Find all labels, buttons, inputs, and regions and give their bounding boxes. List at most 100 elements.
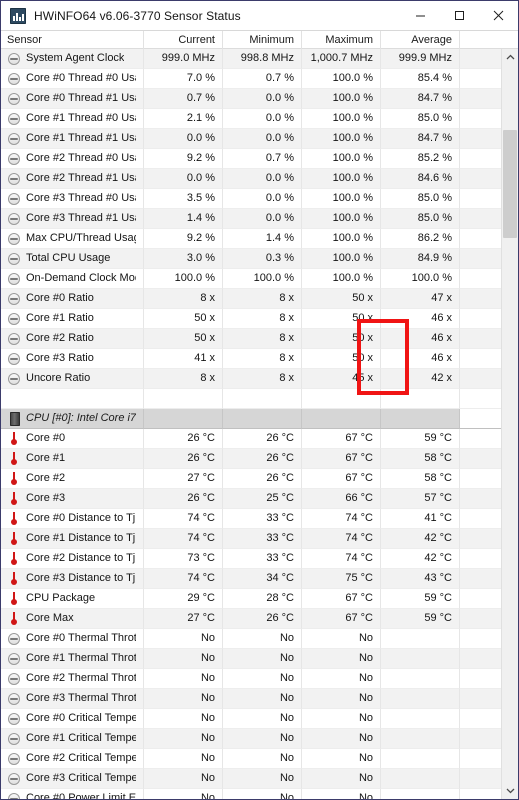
table-row[interactable]: Core #0 Thermal ThrottlingNoNoNo bbox=[1, 629, 501, 649]
row-minimum-cell: 0.0 % bbox=[223, 209, 302, 229]
row-current-cell bbox=[144, 409, 223, 429]
usage-icon bbox=[8, 132, 20, 145]
usage-icon bbox=[8, 352, 20, 365]
row-label-cell: Core #1 bbox=[1, 449, 144, 469]
table-row[interactable]: Core #2 Thermal ThrottlingNoNoNo bbox=[1, 669, 501, 689]
close-button[interactable] bbox=[479, 1, 518, 30]
table-row[interactable]: Core #1 Thermal ThrottlingNoNoNo bbox=[1, 649, 501, 669]
scrollbar-thumb[interactable] bbox=[503, 130, 517, 238]
row-pad-cell bbox=[460, 769, 501, 789]
row-minimum-cell: No bbox=[223, 669, 302, 689]
maximize-button[interactable] bbox=[440, 1, 479, 30]
table-row[interactable]: Core #1 Critical Temperat...NoNoNo bbox=[1, 729, 501, 749]
row-average-cell bbox=[381, 649, 460, 669]
title-bar: HWiNFO64 v6.06-3770 Sensor Status bbox=[1, 1, 518, 31]
row-maximum-cell: No bbox=[302, 789, 381, 799]
row-label-cell: Core #3 Distance to TjMAX bbox=[1, 569, 144, 589]
row-label-cell: Core #2 Critical Temperat... bbox=[1, 749, 144, 769]
table-row[interactable]: Core #0 26 °C 26 °C 67 °C 59 °C bbox=[1, 429, 501, 449]
row-minimum-cell: No bbox=[223, 729, 302, 749]
row-current-cell: 50 x bbox=[144, 309, 223, 329]
usage-icon bbox=[8, 632, 20, 645]
table-row[interactable]: Core #2 Ratio 50 x8 x 50 x 46 x bbox=[1, 329, 501, 349]
row-average-cell: 59 °C bbox=[381, 429, 460, 449]
row-label: Core #0 bbox=[26, 432, 66, 444]
column-header-average[interactable]: Average bbox=[381, 30, 460, 49]
table-row[interactable]: System Agent Clock 999.0 MHz 998.8 MHz 1,00… bbox=[1, 49, 501, 69]
usage-icon bbox=[8, 172, 20, 185]
row-pad-cell bbox=[460, 509, 501, 529]
row-label-cell: Core #1 Thread #1 Usage bbox=[1, 129, 144, 149]
column-header-sensor[interactable]: Sensor bbox=[1, 30, 144, 49]
row-current-cell: 26 °C bbox=[144, 489, 223, 509]
row-maximum-cell: 67 °C bbox=[302, 429, 381, 449]
table-row[interactable]: Core #2 Thread #0 Usage 9.2 %0.7 %100.0 %… bbox=[1, 149, 501, 169]
table-row[interactable]: Core #3 Thread #1 Usage 1.4 %0.0 %100.0 %… bbox=[1, 209, 501, 229]
vertical-scrollbar[interactable] bbox=[501, 49, 518, 799]
row-maximum-cell: 100.0 % bbox=[302, 169, 381, 189]
row-minimum-cell: 33 °C bbox=[223, 549, 302, 569]
table-row[interactable]: Core #1 26 °C 26 °C 67 °C 58 °C bbox=[1, 449, 501, 469]
table-row[interactable]: Core #3 Thread #0 Usage 3.5 %0.0 %100.0 %… bbox=[1, 189, 501, 209]
table-header[interactable]: Sensor Current Minimum Maximum Average bbox=[1, 30, 518, 49]
table-row[interactable]: Core #0 Thread #1 Usage 0.7 %0.0 %100.0 %… bbox=[1, 89, 501, 109]
table-row[interactable]: Core #0 Power Limit Excee...NoNoNo bbox=[1, 789, 501, 799]
table-row[interactable]: Max CPU/Thread Usage 9.2 % 1.4 % 100.0 % 86.… bbox=[1, 229, 501, 249]
row-minimum-cell: 998.8 MHz bbox=[223, 49, 302, 69]
table-row[interactable]: Core #1 Thread #0 Usage 2.1 %0.0 %100.0 %… bbox=[1, 109, 501, 129]
table-group-header-row[interactable]: CPU [#0]: Intel Core i7-77... bbox=[1, 409, 501, 429]
minimize-button[interactable] bbox=[401, 1, 440, 30]
table-row[interactable]: On-Demand Clock Modulation100.0 %100.0 %… bbox=[1, 269, 501, 289]
table-row[interactable]: Uncore Ratio 8 x8 x 45 x 42 x bbox=[1, 369, 501, 389]
table-row[interactable]: Core #3 Ratio 41 x8 x 50 x 46 x bbox=[1, 349, 501, 369]
row-minimum-cell: No bbox=[223, 649, 302, 669]
table-row[interactable]: Core #3 Critical Temperat...NoNoNo bbox=[1, 769, 501, 789]
row-pad-cell bbox=[460, 149, 501, 169]
row-average-cell: 57 °C bbox=[381, 489, 460, 509]
row-pad-cell bbox=[460, 289, 501, 309]
row-current-cell: 74 °C bbox=[144, 569, 223, 589]
usage-icon bbox=[8, 732, 20, 745]
row-label: Core #3 Ratio bbox=[26, 352, 94, 364]
table-row[interactable]: Core #1 Thread #1 Usage0.0 %0.0 %100.0 %… bbox=[1, 129, 501, 149]
scroll-down-icon[interactable] bbox=[502, 782, 518, 799]
column-header-maximum[interactable]: Maximum bbox=[302, 30, 381, 49]
table-row[interactable]: CPU Package 29 °C 28 °C 67 °C 59 °C bbox=[1, 589, 501, 609]
table-row[interactable]: Core #0 Thread #0 Usage 7.0 %0.7 %100.0 %… bbox=[1, 69, 501, 89]
row-label: Core #2 Thread #1 Usage bbox=[26, 172, 136, 184]
column-header-current[interactable]: Current bbox=[144, 30, 223, 49]
table-row[interactable]: Core #0 Distance to TjMAX 74 °C33 °C74 °C… bbox=[1, 509, 501, 529]
row-label: On-Demand Clock Modulation bbox=[26, 272, 136, 284]
row-pad-cell bbox=[460, 709, 501, 729]
table-row[interactable]: Core #2 Distance to TjMAX 73 °C33 °C74 °C… bbox=[1, 549, 501, 569]
table-row[interactable]: Core #3 Distance to TjMAX 74 °C34 °C75 °C… bbox=[1, 569, 501, 589]
table-row[interactable]: Core #3 Thermal ThrottlingNoNoNo bbox=[1, 689, 501, 709]
row-maximum-cell: 67 °C bbox=[302, 449, 381, 469]
scroll-up-icon[interactable] bbox=[502, 49, 518, 66]
row-current-cell: 0.0 % bbox=[144, 129, 223, 149]
row-label: Core #2 bbox=[26, 472, 66, 484]
row-current-cell: 100.0 % bbox=[144, 269, 223, 289]
table-row[interactable]: Core #0 Ratio 8 x8 x 50 x 47 x bbox=[1, 289, 501, 309]
table-row[interactable]: Core #0 Critical Temperat...NoNoNo bbox=[1, 709, 501, 729]
row-label-cell: CPU [#0]: Intel Core i7-77... bbox=[1, 409, 144, 429]
table-row[interactable]: Core #3 26 °C 25 °C 66 °C 57 °C bbox=[1, 489, 501, 509]
row-label-cell: Core #1 Critical Temperat... bbox=[1, 729, 144, 749]
row-pad-cell bbox=[460, 429, 501, 449]
table-row[interactable]: Core Max 27 °C 26 °C 67 °C 59 °C bbox=[1, 609, 501, 629]
table-row[interactable]: Core #1 Ratio 50 x8 x 50 x 46 x bbox=[1, 309, 501, 329]
table-row[interactable]: Core #2 Thread #1 Usage0.0 %0.0 %100.0 %… bbox=[1, 169, 501, 189]
row-current-cell: 2.1 % bbox=[144, 109, 223, 129]
row-average-cell: 999.9 MHz bbox=[381, 49, 460, 69]
scrollbar-track[interactable] bbox=[502, 66, 518, 782]
column-header-minimum[interactable]: Minimum bbox=[223, 30, 302, 49]
table-row[interactable]: Core #2 27 °C 26 °C 67 °C 58 °C bbox=[1, 469, 501, 489]
row-pad-cell bbox=[460, 749, 501, 769]
table-row[interactable]: Total CPU Usage 3.0 % 0.3 % 100.0 % 84.9 % bbox=[1, 249, 501, 269]
row-maximum-cell: No bbox=[302, 729, 381, 749]
row-current-cell bbox=[144, 389, 223, 409]
row-current-cell: No bbox=[144, 789, 223, 799]
table-row[interactable]: Core #2 Critical Temperat...NoNoNo bbox=[1, 749, 501, 769]
table-row[interactable]: Core #1 Distance to TjMAX 74 °C33 °C74 °C… bbox=[1, 529, 501, 549]
row-label: Uncore Ratio bbox=[26, 372, 91, 384]
